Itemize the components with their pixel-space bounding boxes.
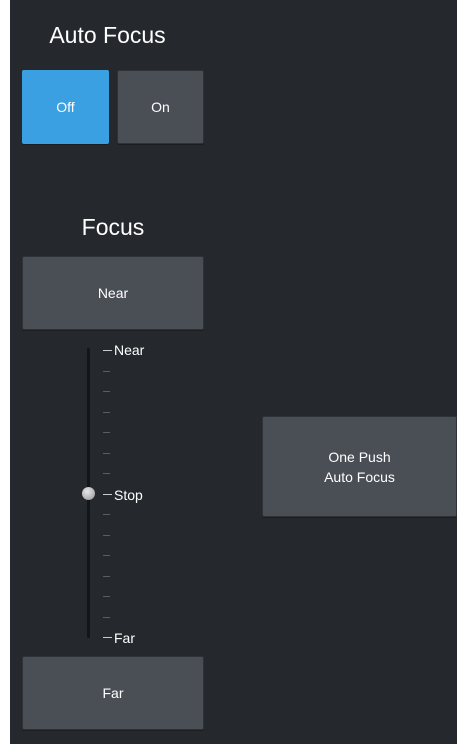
auto-focus-on-button[interactable]: On: [117, 70, 204, 144]
focus-far-button[interactable]: Far: [22, 656, 204, 730]
slider-tick: [103, 391, 110, 392]
slider-tick: [103, 555, 110, 556]
slider-tick: [103, 473, 110, 474]
focus-slider-thumb[interactable]: [82, 487, 95, 500]
slider-tick: [103, 514, 110, 515]
slider-tick: [103, 534, 110, 536]
slider-label-far: Far: [114, 630, 135, 646]
slider-tick: [103, 411, 110, 413]
focus-title: Focus: [81, 214, 145, 240]
focus-near-button[interactable]: Near: [22, 256, 204, 330]
auto-focus-off-button[interactable]: Off: [22, 70, 109, 144]
slider-tick: [103, 350, 112, 351]
one-push-auto-focus-button[interactable]: One Push Auto Focus: [262, 416, 457, 517]
slider-tick: [103, 370, 110, 372]
slider-label-near: Near: [114, 342, 145, 358]
auto-focus-title: Auto Focus: [49, 22, 166, 48]
slider-tick: [103, 616, 110, 618]
slider-tick: [103, 493, 112, 495]
slider-tick: [103, 637, 112, 638]
slider-tick: [103, 432, 110, 433]
slider-label-stop: Stop: [114, 487, 143, 503]
slider-tick: [103, 596, 110, 597]
slider-tick: [103, 452, 110, 454]
slider-tick: [103, 575, 110, 577]
